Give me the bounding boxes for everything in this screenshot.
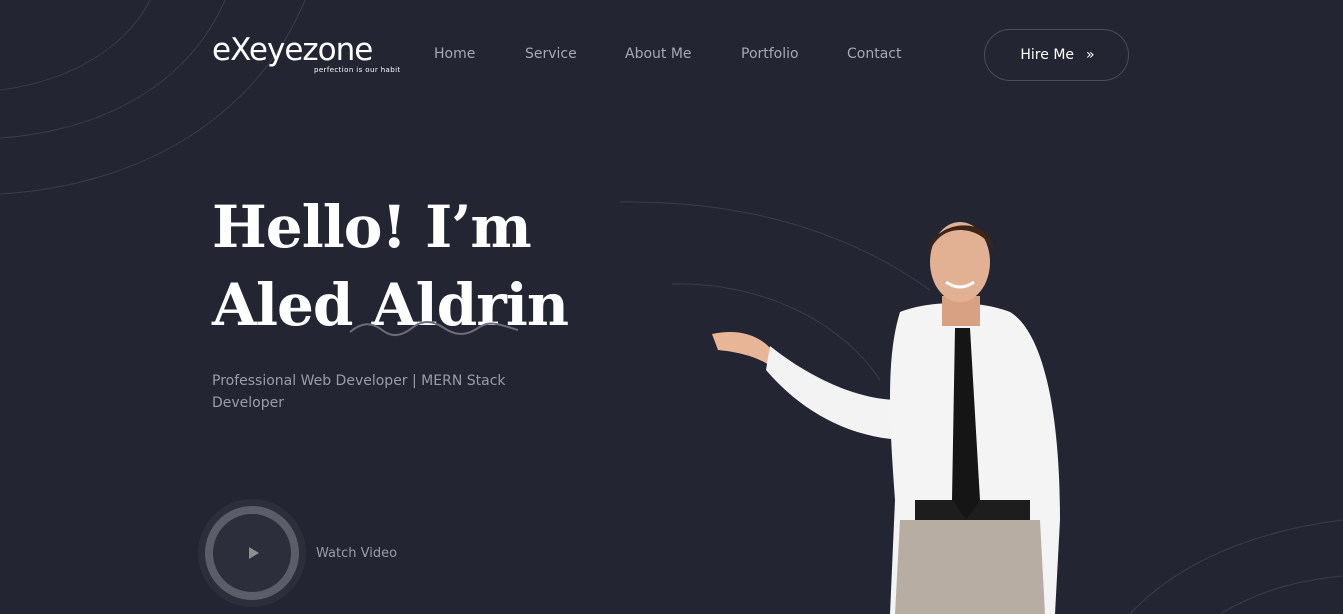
video-ring — [205, 506, 299, 600]
double-chevron-right-icon: » — [1086, 47, 1094, 63]
watch-video-label[interactable]: Watch Video — [316, 546, 397, 561]
hero-title-line1: Hello! I’m — [212, 193, 532, 261]
hero-person-image — [712, 222, 1060, 614]
nav-portfolio[interactable]: Portfolio — [741, 46, 799, 62]
main-nav: Home Service About Me Portfolio Contact — [0, 46, 1343, 66]
squiggle-underline — [349, 321, 519, 336]
hero-subtitle: Professional Web Developer | MERN Stack … — [212, 373, 506, 411]
nav-home[interactable]: Home — [434, 46, 475, 62]
nav-service[interactable]: Service — [525, 46, 577, 62]
watch-video-button[interactable] — [198, 499, 306, 607]
hire-me-button[interactable]: Hire Me » — [984, 29, 1129, 81]
logo-tagline: perfection is our habit — [314, 66, 401, 74]
nav-contact[interactable]: Contact — [847, 46, 901, 62]
hire-me-label: Hire Me — [1020, 47, 1075, 63]
nav-about-me[interactable]: About Me — [625, 46, 692, 62]
background-arcs — [0, 0, 1343, 614]
play-icon — [248, 547, 259, 559]
